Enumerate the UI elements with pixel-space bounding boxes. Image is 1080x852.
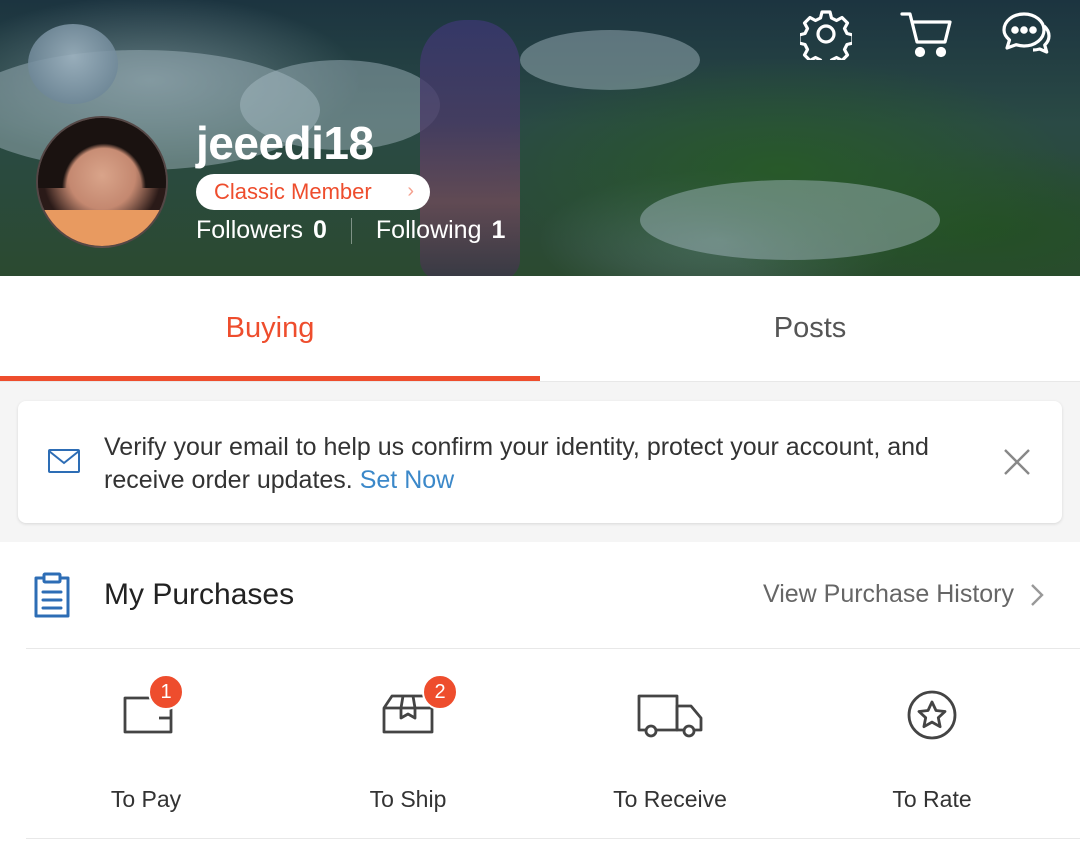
banner-snowman: [28, 24, 118, 104]
banner-snow: [640, 180, 940, 260]
followers-label: Followers: [196, 216, 303, 244]
cart-icon[interactable]: [898, 6, 954, 62]
to-pay-badge: 1: [148, 674, 184, 710]
section-divider: [26, 838, 1080, 839]
chevron-right-icon: [1031, 583, 1044, 606]
avatar[interactable]: [36, 116, 168, 248]
close-icon[interactable]: [998, 443, 1036, 481]
status-to-receive[interactable]: To Receive: [539, 648, 801, 838]
profile-tabs: Buying Posts: [0, 276, 1080, 382]
verify-email-notice: Verify your email to help us confirm you…: [18, 401, 1062, 523]
member-tier-badge[interactable]: Classic Member ›: [196, 174, 430, 210]
member-tier-label: Classic Member: [214, 179, 372, 204]
following-stat[interactable]: Following 1: [376, 216, 506, 245]
status-to-rate[interactable]: To Rate: [801, 648, 1063, 838]
gear-icon[interactable]: [798, 6, 854, 62]
chat-icon[interactable]: [998, 6, 1054, 62]
to-receive-label: To Receive: [613, 786, 727, 812]
verify-email-message: Verify your email to help us confirm you…: [104, 431, 984, 497]
status-to-pay[interactable]: 1 To Pay: [15, 648, 277, 838]
my-purchases-header[interactable]: My Purchases View Purchase History: [0, 542, 1080, 648]
mail-icon: [48, 449, 80, 473]
view-purchase-history-label: View Purchase History: [762, 580, 1014, 608]
follow-stats: Followers 0 Following 1: [196, 216, 505, 245]
verify-email-text: Verify your email to help us confirm you…: [104, 433, 929, 494]
tab-posts[interactable]: Posts: [540, 276, 1080, 381]
star-icon: [907, 690, 957, 740]
my-purchases-section: My Purchases View Purchase History 1 To …: [0, 542, 1080, 852]
to-ship-badge: 2: [422, 674, 458, 710]
to-pay-label: To Pay: [110, 786, 182, 812]
tab-buying[interactable]: Buying: [0, 276, 540, 381]
order-status-row: 1 To Pay 2 To Ship To Receive To Rate: [0, 648, 1080, 838]
chevron-right-icon: ›: [407, 180, 414, 202]
following-count: 1: [491, 216, 506, 244]
set-now-link[interactable]: Set Now: [360, 466, 454, 494]
stats-divider: [350, 217, 352, 244]
my-purchases-title: My Purchases: [104, 578, 295, 611]
banner-snow: [520, 30, 700, 90]
followers-count: 0: [312, 216, 327, 244]
avatar-shirt: [38, 210, 166, 246]
view-purchase-history-link[interactable]: View Purchase History: [763, 580, 1046, 609]
followers-stat[interactable]: Followers 0: [196, 216, 327, 245]
avatar-hair: [38, 118, 166, 188]
status-to-ship[interactable]: 2 To Ship: [277, 648, 539, 838]
clipboard-icon: [34, 572, 70, 618]
following-label: Following: [375, 216, 482, 244]
header-actions: [798, 6, 1054, 62]
username: jeeedi18: [196, 117, 374, 169]
profile-banner: jeeedi18 Classic Member › Followers 0 Fo…: [0, 0, 1080, 276]
truck-icon: [637, 694, 703, 738]
to-ship-label: To Ship: [369, 786, 447, 812]
to-rate-label: To Rate: [892, 786, 972, 812]
